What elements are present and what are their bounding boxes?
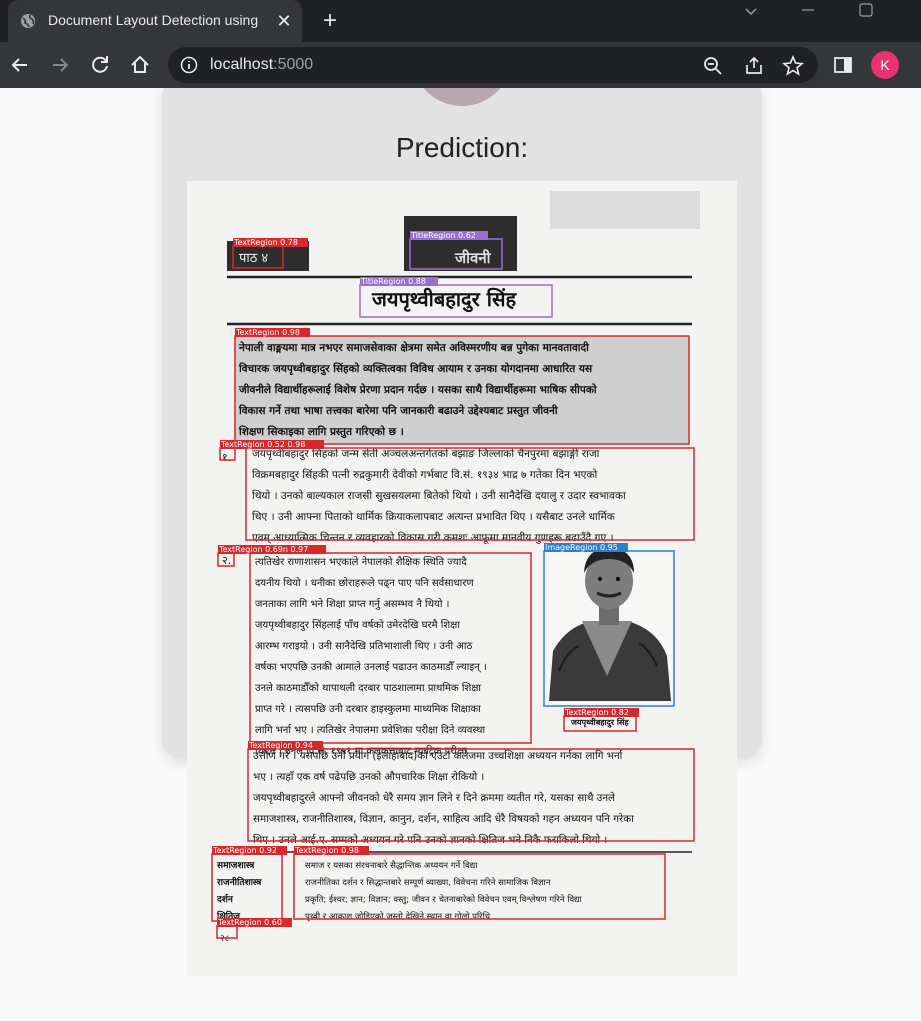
para1-line: थिए । उनी आफ्ना पिताको धार्मिक क्रियाकला… — [252, 510, 616, 523]
glossary-def: राजनीतिका दर्शन र सिद्धान्तबारे सम्पूर्ण… — [305, 877, 551, 888]
glossary-term: समाजशास्त्र — [216, 861, 255, 871]
intro-line: शिक्षण सिकाइका लागि प्रस्तुत गरिएको छ । — [238, 425, 404, 439]
para1-line: जयपृथ्वीबहादुर सिंहको जन्म सेती अञ्चलअन्… — [252, 447, 600, 461]
glossary-term: दर्शन — [216, 893, 234, 905]
home-icon[interactable] — [126, 51, 154, 79]
para2-line: वर्षका भएपछि उनकी आमाले उनलाई पढाउन काठम… — [255, 661, 487, 673]
para2-line: दयनीय थियो । धनीका छोराहरूले पढ्न पाए पन… — [255, 577, 474, 589]
page-number: २८ — [220, 934, 230, 944]
intro-line: विकास गर्ने तथा भाषा तत्त्वका बारेमा पनि… — [238, 404, 559, 418]
reload-icon[interactable] — [86, 51, 114, 79]
detection-label: TextRegion 0.94 — [248, 741, 313, 750]
title-banner-text: जीवनी — [454, 249, 492, 267]
tab-search-chevron-icon[interactable] — [738, 2, 764, 22]
detection-label: TextRegion 0.82 — [564, 708, 629, 717]
maximize-icon[interactable] — [853, 2, 879, 22]
glossary-def: समाज र यसका संरचनाबारे सैद्धान्तिक अध्यय… — [305, 860, 478, 871]
para3-line: उत्तीर्ण गरे । यसपछि उनी प्रयाग (इलाहाबा… — [253, 749, 623, 762]
bookmark-star-icon[interactable] — [782, 55, 804, 77]
back-arrow-icon[interactable] — [6, 51, 34, 79]
para2-line: उनले काठमाडौँको थापाथली दरबार पाठशालामा … — [255, 682, 481, 694]
page-label-text: पाठ ४ — [239, 251, 268, 266]
intro-line: जीवनीले विद्यार्थीहरूलाई विशेष प्रेरणा प… — [238, 383, 598, 396]
para3-line: समाजशास्त्र, राजनीतिशास्त्र, विज्ञान, का… — [253, 812, 634, 825]
profile-avatar[interactable]: K — [871, 51, 899, 79]
para2-marker: २. — [222, 554, 231, 567]
glossary-def: प्रकृति; ईश्वर; ज्ञान; विज्ञान; वस्तु; ज… — [305, 894, 583, 905]
minimize-icon[interactable] — [795, 2, 821, 22]
info-icon[interactable] — [180, 56, 198, 74]
intro-line: नेपाली वाङ्मयमा मात्र नभएर समाजसेवाका क्… — [238, 341, 590, 355]
para1-marker: १. — [222, 451, 231, 464]
detection-label: TitleRegion 0.62 — [410, 231, 476, 240]
para2-line: प्राप्त गरे । त्यसपछि उनी दरबार हाइस्कुल… — [255, 703, 481, 715]
para2-line: जनताका लागि भने शिक्षा प्राप्त गर्नु असम… — [255, 598, 449, 610]
detection-label: TextRegion 0.98 — [235, 328, 300, 337]
detection-label: TextRegion 0.98 — [294, 846, 359, 855]
globe-icon — [21, 14, 35, 28]
detection-label: TextRegion 0.60 — [217, 918, 282, 927]
new-tab-button[interactable]: + — [318, 9, 342, 33]
browser-tab[interactable]: Document Layout Detection using ✕ — [8, 0, 302, 42]
main-title-text: जयपृथ्वीबहादुर सिंह — [371, 287, 518, 313]
detection-label: TextRegion 0.92 — [212, 846, 277, 855]
url-port: :5000 — [273, 56, 314, 73]
para2-line: लागि भर्ना भए । त्यतिखेर नेपालमा प्रवेशि… — [255, 724, 485, 736]
para3-line: भए । त्यहाँ एक वर्ष पढेपछि उनको औपचारिक … — [253, 770, 484, 783]
share-icon[interactable] — [743, 55, 765, 77]
para1-line: विक्रमबहादुर सिंहकी पत्नी रुद्रकुमारी दे… — [252, 468, 598, 482]
prediction-image: जीवनी पाठ ४ जयपृथ्वीबहादुर सिंह नेपाली व… — [187, 181, 737, 976]
glossary-def: पृथ्वी र आकाश जोडिएको जस्तो देखिने स्थान… — [305, 911, 491, 922]
detection-label: ImageRegion 0.95 — [545, 543, 618, 552]
forward-arrow-icon[interactable] — [46, 51, 74, 79]
faded-stamp — [550, 191, 700, 229]
detection-label: TitleRegion 0.88 — [360, 277, 426, 286]
detection-label: TextRegion 0.69n 0.97 — [218, 545, 308, 554]
tab-close-icon[interactable]: ✕ — [274, 11, 294, 31]
intro-line: विचारक जयपृथ्वीबहादुर सिंहको व्यक्तित्वक… — [238, 362, 593, 376]
browser-tab-strip: Document Layout Detection using ✕ + — [0, 0, 921, 42]
page-viewport: Prediction: जीवनी पाठ ४ जयपृथ्वीबहादुर स… — [0, 88, 921, 1021]
address-bar[interactable]: localhost:5000 — [168, 47, 818, 83]
para1-line: थियो । उनको बाल्यकाल राजसी सुखसयलमा बिते… — [252, 489, 626, 502]
prediction-heading: Prediction: — [395, 132, 529, 163]
zoom-out-icon[interactable] — [702, 55, 724, 77]
detection-label: TextRegion 0.78 — [233, 238, 298, 247]
tab-title: Document Layout Detection using — [48, 12, 258, 28]
portrait-caption: जयपृथ्वीबहादुर सिंह — [570, 717, 629, 728]
browser-toolbar: localhost:5000 K — [0, 42, 921, 88]
para2-line: जयपृथ्वीबहादुर सिंहलाई पाँच वर्षको उमेरद… — [255, 619, 460, 631]
detection-label: TextRegion 0.52 0.98 — [220, 440, 305, 449]
para3-line: जयपृथ्वीबहादुरले आफ्नो जीवनको धेरै समय ज… — [253, 791, 616, 804]
para3-line: थिए । उनले आई.ए. सम्मको अध्ययन गरे पनि उ… — [253, 833, 607, 846]
para2-line: त्यतिखेर राणाशासन भएकाले नेपालको शैक्षिक… — [255, 556, 467, 568]
url-text[interactable]: localhost:5000 — [210, 56, 313, 74]
para2-line: आरम्भ गराइयो । उनी सानैदेखि प्रतिभाशाली … — [255, 640, 472, 652]
portrait-illustration — [547, 547, 672, 703]
url-host: localhost — [210, 56, 274, 73]
annotated-document: जीवनी पाठ ४ जयपृथ्वीबहादुर सिंह नेपाली व… — [211, 191, 700, 944]
side-panel-icon[interactable] — [833, 55, 853, 75]
glossary-term: राजनीतिशास्त्र — [216, 876, 262, 888]
